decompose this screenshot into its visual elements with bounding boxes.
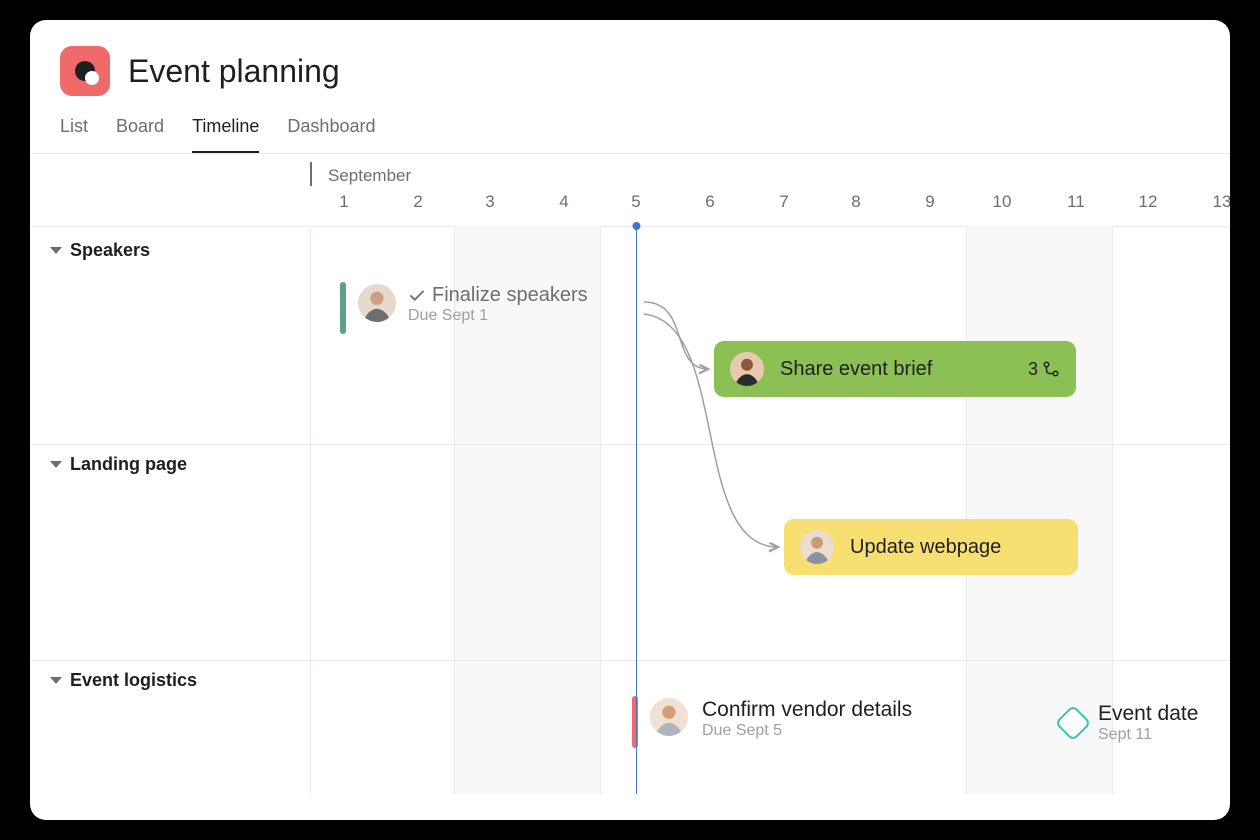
tabs: List Board Timeline Dashboard	[30, 96, 1230, 154]
page-title: Event planning	[128, 53, 340, 90]
section-landing-page[interactable]: Landing page	[50, 454, 187, 475]
subtask-count: 3	[1028, 359, 1060, 380]
day-4: 4	[544, 192, 584, 212]
tab-list[interactable]: List	[60, 116, 88, 153]
subtask-icon	[1042, 360, 1060, 378]
avatar	[730, 352, 764, 386]
day-1: 1	[324, 192, 364, 212]
milestone-event-date[interactable]: Event date Sept 11	[1060, 702, 1198, 744]
diamond-icon	[1055, 705, 1092, 742]
today-line	[636, 226, 637, 794]
task-confirm-vendor[interactable]: Confirm vendor details Due Sept 5	[650, 698, 912, 740]
avatar	[650, 698, 688, 736]
today-dot	[633, 222, 641, 230]
section-event-logistics[interactable]: Event logistics	[50, 670, 197, 691]
tab-dashboard[interactable]: Dashboard	[287, 116, 375, 153]
day-5: 5	[616, 192, 656, 212]
month-tick	[310, 162, 312, 186]
task-share-event-brief[interactable]: Share event brief 3	[714, 341, 1076, 397]
tab-board[interactable]: Board	[116, 116, 164, 153]
task-vendor-marker	[632, 696, 638, 748]
day-13: 13	[1202, 192, 1230, 212]
tab-timeline[interactable]: Timeline	[192, 116, 259, 153]
month-label: September	[328, 166, 411, 186]
day-12: 12	[1128, 192, 1168, 212]
day-8: 8	[836, 192, 876, 212]
avatar	[358, 284, 396, 322]
project-icon	[60, 46, 110, 96]
section-speakers[interactable]: Speakers	[50, 240, 150, 261]
header: Event planning	[30, 20, 1230, 96]
day-11: 11	[1056, 192, 1096, 212]
task-finalize-marker	[340, 282, 346, 334]
day-7: 7	[764, 192, 804, 212]
day-10: 10	[982, 192, 1022, 212]
day-header: 1 2 3 4 5 6 7 8 9 10 11 12 13	[30, 192, 1230, 222]
task-finalize-speakers[interactable]: Finalize speakers Due Sept 1	[358, 284, 588, 325]
avatar	[800, 530, 834, 564]
chevron-down-icon	[50, 247, 62, 254]
day-2: 2	[398, 192, 438, 212]
app-frame: Event planning List Board Timeline Dashb…	[30, 20, 1230, 820]
timeline: September 1 2 3 4 5 6 7 8 9 10 11 12 13	[30, 154, 1230, 794]
chevron-down-icon	[50, 677, 62, 684]
task-update-webpage[interactable]: Update webpage	[784, 519, 1078, 575]
chevron-down-icon	[50, 461, 62, 468]
day-3: 3	[470, 192, 510, 212]
day-6: 6	[690, 192, 730, 212]
day-9: 9	[910, 192, 950, 212]
check-icon	[408, 287, 426, 305]
